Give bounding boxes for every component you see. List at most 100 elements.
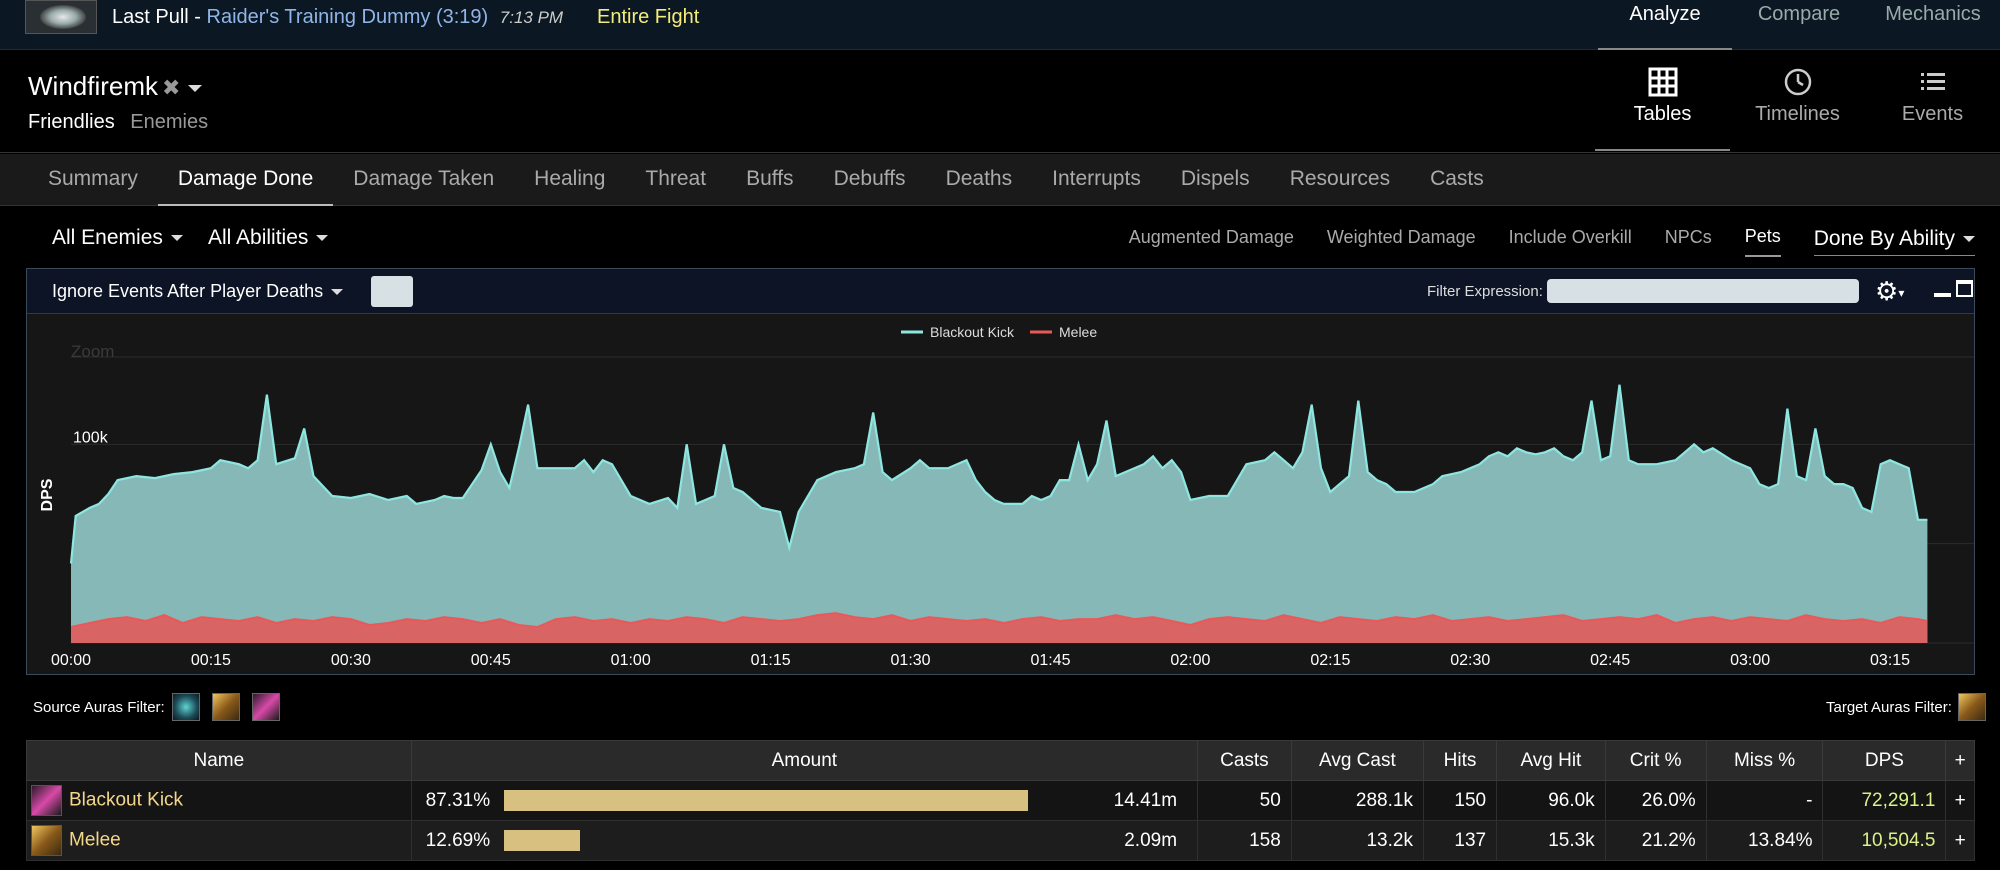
col-amount[interactable]: Amount (410, 740, 1199, 781)
side-selector: Friendlies Enemies (28, 111, 218, 134)
ability-name-cell[interactable]: Blackout Kick (26, 780, 412, 821)
abilities-dropdown[interactable]: All Abilities (208, 226, 329, 250)
view-tab-label: Tables (1633, 103, 1692, 125)
x-tick-label: 01:45 (1030, 652, 1070, 669)
target-auras-label: Target Auras Filter: (1826, 699, 1952, 716)
x-tick-label: 02:45 (1590, 652, 1630, 669)
ability-name[interactable]: Melee (69, 830, 121, 851)
friendlies-link[interactable]: Friendlies (28, 111, 115, 133)
expand-row-button[interactable]: + (1945, 820, 1975, 861)
npcs-toggle[interactable]: NPCs (1665, 227, 1712, 256)
tab-dispels[interactable]: Dispels (1161, 154, 1270, 206)
view-tab-timelines[interactable]: Timelines (1730, 51, 1865, 151)
ignore-deaths-dropdown[interactable]: Ignore Events After Player Deaths (52, 281, 344, 302)
amount-total: 14.41m (1113, 789, 1178, 811)
filter-expression-input[interactable] (1547, 279, 1859, 303)
teal-orb-icon[interactable] (172, 693, 200, 721)
chevron-down-icon[interactable] (188, 84, 203, 92)
col-avg-cast[interactable]: Avg Cast (1290, 740, 1424, 781)
col-miss[interactable]: Miss % (1705, 740, 1824, 781)
gear-icon[interactable]: ⚙▾ (1875, 277, 1904, 307)
series-area-0 (71, 384, 1928, 643)
dps-cell: 10,504.5 (1822, 820, 1947, 861)
view-tabs: Tables Timelines Events (1595, 51, 2000, 153)
avg-hit-cell: 15.3k (1496, 820, 1606, 861)
player-selector[interactable]: Windfiremk ✖ (28, 71, 203, 102)
pink-kick-icon[interactable] (252, 693, 280, 721)
crit-cell: 26.0% (1604, 780, 1707, 821)
expand-row-button[interactable]: + (1945, 780, 1975, 821)
table-row[interactable]: Blackout Kick 87.31% 14.41m 50 288.1k 15… (26, 780, 1975, 821)
pull-title[interactable]: Last Pull - Raider's Training Dummy (3:1… (112, 6, 563, 29)
table-header-row: Name Amount Casts Avg Cast Hits Avg Hit … (26, 740, 1975, 781)
boss-thumbnail[interactable] (25, 0, 97, 34)
hits-cell: 150 (1422, 780, 1498, 821)
tab-damage-taken[interactable]: Damage Taken (333, 154, 514, 206)
ability-name-cell[interactable]: Melee (26, 820, 412, 861)
amount-cell: 12.69% 2.09m (410, 820, 1199, 861)
hits-cell: 137 (1422, 820, 1498, 861)
nav-analyze[interactable]: Analyze (1598, 0, 1732, 50)
chevron-down-icon (1963, 236, 1975, 243)
zoom-label: Zoom (71, 342, 114, 361)
tab-resources[interactable]: Resources (1270, 154, 1410, 206)
tab-casts[interactable]: Casts (1410, 154, 1504, 206)
col-hits[interactable]: Hits (1422, 740, 1498, 781)
golden-fist-icon[interactable] (212, 693, 240, 721)
tab-threat[interactable]: Threat (625, 154, 726, 206)
tab-buffs[interactable]: Buffs (726, 154, 813, 206)
amount-total: 2.09m (1124, 829, 1178, 851)
minimize-icon[interactable] (1934, 282, 1951, 299)
golden-fist-icon (31, 825, 62, 856)
tab-damage-done[interactable]: Damage Done (157, 154, 334, 206)
weighted-damage-toggle[interactable]: Weighted Damage (1327, 227, 1476, 256)
col-casts[interactable]: Casts (1197, 740, 1292, 781)
tab-summary[interactable]: Summary (28, 154, 158, 206)
tab-debuffs[interactable]: Debuffs (814, 154, 926, 206)
view-tab-events[interactable]: Events (1865, 51, 2000, 151)
x-tick-label: 02:15 (1310, 652, 1350, 669)
player-name: Windfiremk (28, 71, 159, 101)
y-tick-label: 100k (73, 429, 109, 446)
legend-label: Blackout Kick (930, 324, 1015, 340)
dps-area-chart[interactable]: 0k50k100kZoomDPS00:0000:1500:3000:4501:0… (27, 315, 1974, 675)
col-name[interactable]: Name (26, 740, 412, 781)
graph-toolbar: Ignore Events After Player Deaths Filter… (27, 269, 1974, 314)
include-overkill-toggle[interactable]: Include Overkill (1509, 227, 1632, 256)
casts-cell: 50 (1197, 780, 1292, 821)
clock-icon (1784, 68, 1811, 96)
nav-compare[interactable]: Compare (1732, 0, 1866, 50)
clear-player-icon[interactable]: ✖ (162, 75, 180, 100)
x-tick-label: 03:00 (1730, 652, 1770, 669)
x-tick-label: 00:30 (331, 652, 371, 669)
col-avg-hit[interactable]: Avg Hit (1496, 740, 1606, 781)
x-tick-label: 00:00 (51, 652, 91, 669)
report-topbar: Last Pull - Raider's Training Dummy (3:1… (0, 0, 2000, 50)
player-header: Windfiremk ✖ Friendlies Enemies Tables Ti… (0, 51, 2000, 153)
dps-cell: 72,291.1 (1822, 780, 1947, 821)
crit-cell: 21.2% (1604, 820, 1707, 861)
col-dps[interactable]: DPS (1822, 740, 1947, 781)
tab-deaths[interactable]: Deaths (926, 154, 1033, 206)
casts-cell: 158 (1197, 820, 1292, 861)
augmented-damage-toggle[interactable]: Augmented Damage (1129, 227, 1294, 256)
enemies-dropdown[interactable]: All Enemies (52, 226, 183, 250)
enemies-link[interactable]: Enemies (130, 111, 208, 133)
done-by-ability-dropdown[interactable]: Done By Ability (1813, 227, 1975, 256)
view-tab-tables[interactable]: Tables (1595, 51, 1730, 151)
table-row[interactable]: Melee 12.69% 2.09m 158 13.2k 137 15.3k 2… (26, 820, 1975, 861)
graph-toggle-button[interactable] (371, 276, 413, 307)
amount-cell: 87.31% 14.41m (410, 780, 1199, 821)
tab-interrupts[interactable]: Interrupts (1032, 154, 1161, 206)
col-expand-all[interactable]: + (1945, 740, 1975, 781)
golden-fist-icon[interactable] (1958, 693, 1986, 721)
pets-toggle[interactable]: Pets (1744, 226, 1781, 257)
boss-name[interactable]: Raider's Training Dummy (3:19) (207, 6, 489, 28)
fight-scope[interactable]: Entire Fight (597, 6, 699, 29)
tab-healing[interactable]: Healing (514, 154, 625, 206)
amount-bar-track (503, 790, 1104, 811)
maximize-icon[interactable] (1956, 280, 1973, 297)
col-crit[interactable]: Crit % (1604, 740, 1707, 781)
ability-name[interactable]: Blackout Kick (69, 790, 183, 811)
nav-mechanics[interactable]: Mechanics (1866, 0, 2000, 50)
